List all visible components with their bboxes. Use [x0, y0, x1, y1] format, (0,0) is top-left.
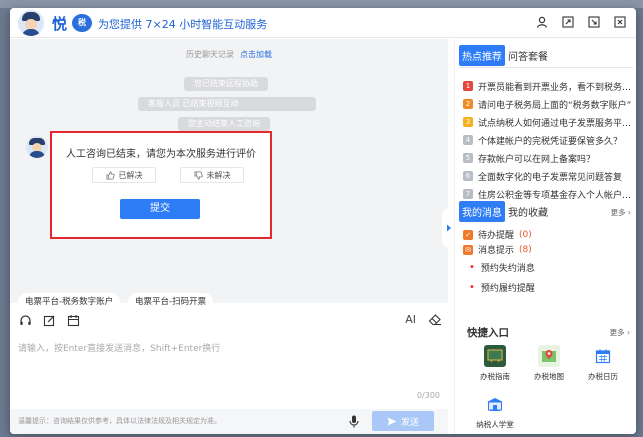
rating-title: 人工咨询已结束，请您为本次服务进行评价 — [66, 149, 256, 160]
hot-question-item[interactable]: 2 请问电子税务局上面的“税务数字账户” — [463, 95, 635, 113]
message-icon: ✉ — [463, 244, 473, 255]
header-actions — [534, 14, 628, 30]
recommend-tabs: 热点推荐 问答套餐 — [459, 45, 551, 66]
ai-button[interactable]: AI — [405, 313, 416, 326]
hot-question-list: 1 开票员能看到开票业务，看不到税务数字账户 2 请问电子税务局上面的“税务数字账户”… — [463, 77, 635, 203]
calendar-icon[interactable] — [66, 313, 80, 327]
tab-my-messages[interactable]: 我的消息 — [459, 201, 505, 222]
messages-section: 我的消息 我的收藏 更多 › ✓ 待办提醒 (0) ✉ 消息提示 (8) • 预约失约… — [459, 201, 635, 297]
quick-entry-tax-guide[interactable]: 办税指南 — [469, 345, 521, 382]
tab-my-favorites[interactable]: 我的收藏 — [505, 201, 551, 222]
input-area: AI 0/300 温馨提示：咨询结果仅供参考，具体以法律法规及相关规定为准。 发… — [10, 305, 448, 434]
tagline: 为您提供 7×24 小时智能互动服务 — [98, 18, 268, 31]
char-counter: 0/300 — [416, 391, 440, 400]
fullscreen-icon[interactable] — [560, 14, 576, 30]
quick-entry-tax-calendar[interactable]: 办税日历 — [577, 345, 629, 382]
input-toolbar-right: AI — [405, 312, 442, 326]
rank-badge: 7 — [463, 189, 473, 199]
thumbs-down-icon — [193, 170, 203, 180]
brand-badge: 税 — [72, 14, 92, 32]
microphone-icon[interactable] — [346, 413, 362, 429]
send-icon — [387, 417, 397, 425]
hot-question-text: 全面数字化的电子发票常见问题答复 — [478, 172, 623, 183]
hot-question-item[interactable]: 1 开票员能看到开票业务，看不到税务数字账户 — [463, 77, 635, 95]
hot-question-item[interactable]: 5 存款帐户可以在网上备案吗？ — [463, 149, 635, 167]
rank-badge: 6 — [463, 171, 473, 181]
hot-question-text: 住房公积金等专项基金存入个人帐户是否缴纳 — [478, 190, 635, 201]
hot-question-item[interactable]: 3 试点纳税人如何通过电子发票服务平台开具 — [463, 113, 635, 131]
hot-question-text: 个体建帐户的完税凭证要保管多久？ — [478, 136, 623, 147]
disclaimer-tip: 温馨提示：咨询结果仅供参考，具体以法律法规及相关规定为准。 — [18, 417, 221, 425]
missed-appointment-item[interactable]: • 预约失约消息 — [459, 257, 635, 277]
rank-badge: 1 — [463, 81, 473, 91]
system-message: 您主动结束人工咨询 — [178, 117, 270, 131]
hot-question-item[interactable]: 4 个体建帐户的完税凭证要保管多久？ — [463, 131, 635, 149]
submit-button[interactable]: 提交 — [120, 199, 200, 219]
rank-badge: 4 — [463, 135, 473, 145]
history-label: 历史聊天记录 — [186, 50, 234, 59]
brand-name: 悦 — [52, 15, 68, 33]
message-tabs: 我的消息 我的收藏 — [459, 201, 551, 222]
chat-window: 悦 税 为您提供 7×24 小时智能互动服务 历史聊天记录 点击加载 您已结束远程… — [10, 8, 636, 434]
thumbs-up-icon — [105, 170, 115, 180]
background-page — [0, 0, 643, 8]
send-button[interactable]: 发送 — [372, 411, 434, 431]
resolved-option[interactable]: 已解决 — [92, 167, 156, 183]
unresolved-label: 未解决 — [206, 170, 231, 180]
tab-hot-recommend[interactable]: 热点推荐 — [459, 45, 505, 66]
hot-question-item[interactable]: 6 全面数字化的电子发票常见问题答复 — [463, 167, 635, 185]
message-notice[interactable]: ✉ 消息提示 (8) — [459, 242, 635, 257]
calendar-grid-icon — [592, 345, 614, 367]
system-message: 客服人员 已结束视频互动 — [138, 97, 316, 111]
user-icon[interactable] — [534, 14, 550, 30]
hot-question-text: 存款帐户可以在网上备案吗？ — [478, 154, 596, 165]
divider — [459, 67, 633, 68]
edit-icon[interactable] — [42, 313, 56, 327]
messages-more-link[interactable]: 更多 › — [611, 207, 631, 218]
headset-icon[interactable] — [18, 313, 32, 327]
quick-entry-tax-map[interactable]: 办税地图 — [523, 345, 575, 382]
todo-icon: ✓ — [463, 229, 473, 240]
appointment-reminder-item[interactable]: • 预约履约提醒 — [459, 277, 635, 297]
input-footer: 温馨提示：咨询结果仅供参考，具体以法律法规及相关规定为准。 发送 — [10, 409, 448, 434]
message-input[interactable] — [18, 341, 438, 381]
assistant-avatar — [18, 10, 44, 36]
hot-question-text: 请问电子税务局上面的“税务数字账户” — [478, 100, 632, 111]
input-toolbar — [18, 313, 80, 327]
quick-entry-more-link[interactable]: 更多 › — [610, 327, 630, 338]
system-message: 您已结束远程协助 — [184, 77, 268, 91]
school-icon — [484, 393, 506, 415]
quick-entry-title: 快捷入口 — [467, 327, 509, 339]
rank-badge: 3 — [463, 117, 473, 127]
send-label: 发送 — [400, 417, 419, 428]
eraser-icon[interactable] — [428, 312, 442, 326]
tab-qa-package[interactable]: 问答套餐 — [505, 45, 551, 66]
agent-avatar — [26, 136, 48, 158]
minimize-icon[interactable] — [586, 14, 602, 30]
history-bar: 历史聊天记录 点击加载 — [186, 49, 272, 60]
hot-question-text: 开票员能看到开票业务，看不到税务数字账户 — [478, 82, 635, 93]
chevron-right-icon — [447, 224, 451, 232]
right-panel: 热点推荐 问答套餐 1 开票员能看到开票业务，看不到税务数字账户 2 请问电子税务局上… — [454, 39, 636, 434]
window-header: 悦 税 为您提供 7×24 小时智能互动服务 — [10, 8, 636, 38]
guide-board-icon — [484, 345, 506, 367]
unresolved-option[interactable]: 未解决 — [180, 167, 244, 183]
rating-card: 人工咨询已结束，请您为本次服务进行评价 已解决 未解决 提交 — [52, 133, 270, 237]
quick-entry-taxpayer-school[interactable]: 纳税人学堂 — [469, 393, 521, 430]
close-icon[interactable] — [612, 14, 628, 30]
todo-reminder[interactable]: ✓ 待办提醒 (0) — [459, 227, 635, 242]
chat-area: 历史聊天记录 点击加载 您已结束远程协助 客服人员 已结束视频互动 您主动结束人工… — [10, 39, 448, 311]
hot-question-text: 试点纳税人如何通过电子发票服务平台开具 — [478, 118, 635, 129]
resolved-label: 已解决 — [118, 170, 143, 180]
load-history-link[interactable]: 点击加载 — [240, 50, 272, 59]
rank-badge: 5 — [463, 153, 473, 163]
map-pin-icon — [538, 345, 560, 367]
rank-badge: 2 — [463, 99, 473, 109]
